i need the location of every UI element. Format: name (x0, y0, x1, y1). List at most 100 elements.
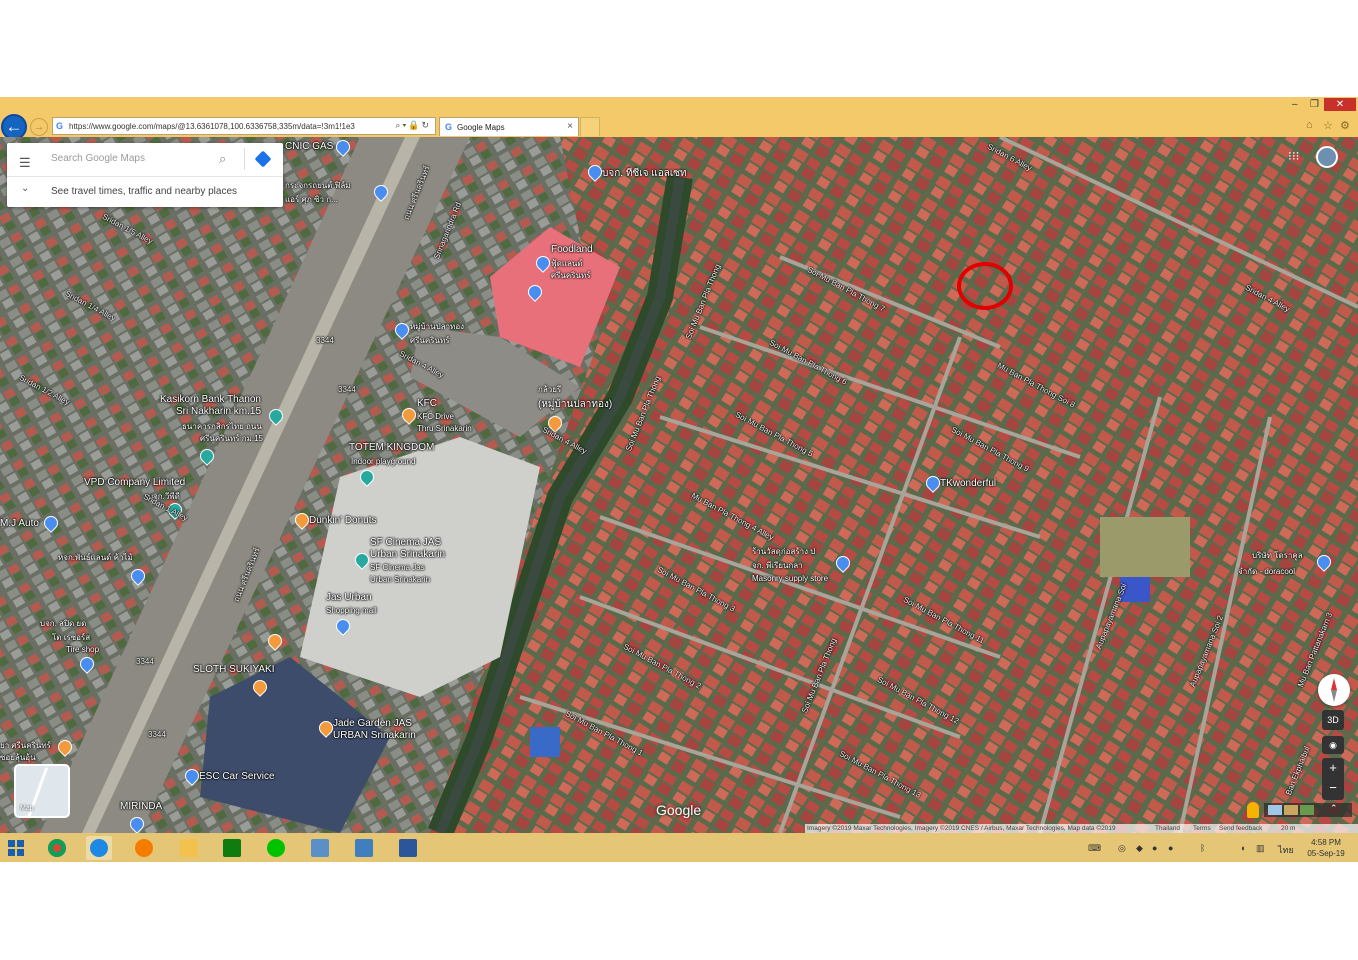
file-explorer-icon[interactable] (176, 836, 202, 860)
satellite-map[interactable]: CNIC GAS กระจกรถยนต์ ฟิล์ม แอร์ ศุภ ซิว … (0, 137, 1358, 833)
feedback-link[interactable]: Send feedback (1219, 824, 1262, 833)
tab-close-icon[interactable]: × (567, 121, 573, 132)
new-tab-button[interactable] (580, 117, 600, 136)
settings-gear-icon[interactable]: ⚙ (1340, 119, 1350, 132)
compass-icon[interactable] (1318, 674, 1350, 706)
label-foodland-thai-2[interactable]: ศรีนครินทร์ (551, 269, 591, 282)
windows-start-icon[interactable] (8, 840, 24, 856)
remote-desktop-icon[interactable] (307, 836, 333, 860)
label-kasikorn-thai-2[interactable]: ศรีนครินทร์ กม.15 (200, 432, 263, 445)
label-tkwonderful[interactable]: TKwonderful (940, 478, 996, 489)
zoom-out-button[interactable]: − (1322, 778, 1344, 798)
address-tools-icon[interactable]: ⌕▾🔒↻ (395, 120, 431, 131)
label-picnic-gas[interactable]: CNIC GAS (285, 141, 333, 152)
tray-app-icon[interactable]: ◆ (1136, 843, 1143, 854)
country-link[interactable]: Thailand (1155, 824, 1180, 833)
tilt-3d-button[interactable]: 3D (1322, 710, 1344, 730)
directions-icon[interactable] (254, 150, 272, 168)
label-glass-shop-2[interactable]: แอร์ ศุภ ซิว ก... (285, 193, 338, 206)
firefox-icon[interactable] (131, 836, 157, 860)
network-icon[interactable]: ▥ (1256, 843, 1265, 854)
label-tire-shop[interactable]: Tire shop (66, 645, 99, 654)
label-foodland[interactable]: Foodland (551, 244, 593, 255)
label-sf-sub-1[interactable]: SF Cinema Jas (370, 563, 425, 572)
word-icon[interactable] (395, 836, 421, 860)
tray-app-icon[interactable]: ● (1168, 843, 1173, 853)
home-icon[interactable]: ⌂ (1306, 119, 1313, 131)
label-sloth-sukiyaki[interactable]: SLOTH SUKIYAKI (193, 664, 275, 675)
apps-grid-icon[interactable]: ⁝⁝⁝ (1288, 150, 1300, 163)
label-phanland[interactable]: หจก.พันธ์แลนด์ ค้าไม้ (58, 551, 133, 564)
imagery-thumbnail[interactable] (1268, 805, 1282, 815)
window-close-button[interactable]: ✕ (1324, 98, 1356, 111)
label-masonry-store[interactable]: Masonry supply store (752, 574, 828, 583)
bluetooth-icon[interactable]: ᛒ (1200, 843, 1205, 853)
forward-button[interactable]: → (30, 118, 48, 136)
label-glass-shop-1[interactable]: กระจกรถยนต์ ฟิล์ม (285, 179, 351, 192)
window-restore-button[interactable]: ❐ (1310, 99, 1319, 110)
label-dunkin[interactable]: Dunkin' Donuts (309, 515, 377, 526)
chrome-icon[interactable] (44, 836, 70, 860)
internet-explorer-icon[interactable] (86, 836, 112, 860)
browser-tab[interactable]: G Google Maps × (439, 117, 579, 136)
label-soi-lun[interactable]: ซอยลุ้นอุ้น (0, 751, 36, 764)
label-sf-cinema-2[interactable]: Urban Srinakarin (370, 549, 445, 560)
label-esc-car-service[interactable]: ESC Car Service (199, 771, 275, 782)
label-mu-ban-plathong-1[interactable]: หมู่บ้านปลาทอง (410, 320, 464, 333)
pegman-icon[interactable] (1247, 802, 1259, 818)
label-kfc-sub-1[interactable]: KFC Drive (417, 412, 454, 421)
tray-app-icon[interactable]: ● (1152, 843, 1157, 853)
label-sf-sub-2[interactable]: Urban Srinakarin (370, 575, 430, 584)
label-jade-garden-1[interactable]: Jade Garden JAS (333, 718, 412, 729)
label-jas-urban[interactable]: Jas Urban (326, 592, 372, 603)
account-avatar[interactable] (1316, 146, 1338, 168)
chevron-down-icon[interactable]: ⌄ (21, 183, 29, 194)
label-doracool[interactable]: จำกัด - doracool (1238, 565, 1295, 578)
label-kasikorn-1[interactable]: Kasikorn Bank Thanon (160, 394, 261, 405)
label-kluay-1[interactable]: กล้วยรี (538, 383, 561, 396)
keyboard-icon[interactable]: ⌨ (1088, 843, 1101, 854)
tray-app-icon[interactable]: ◎ (1118, 843, 1126, 854)
address-bar[interactable]: G https://www.google.com/maps/@13.636107… (52, 117, 436, 135)
zoom-in-button[interactable]: + (1322, 758, 1344, 778)
terms-link[interactable]: Terms (1193, 824, 1211, 833)
label-speed-1[interactable]: บจก. สปิด ยด (40, 617, 86, 630)
menu-icon[interactable]: ☰ (19, 155, 31, 171)
system-clock[interactable]: 4:58 PM 05-Sep-19 (1300, 837, 1352, 859)
label-masonry-thai-2[interactable]: จก. พีเรียนกลา (752, 559, 803, 572)
label-speed-2[interactable]: โต เรซอร์ส (52, 631, 90, 644)
window-minimize-button[interactable]: – (1292, 99, 1298, 110)
label-mirinda[interactable]: MIRINDA (120, 801, 162, 812)
zoom-control[interactable]: + − (1322, 758, 1344, 800)
label-sf-cinema-1[interactable]: SF Cinema JAS (370, 537, 441, 548)
label-mj-auto[interactable]: M.J Auto (0, 518, 39, 529)
label-kfc-sub-2[interactable]: Thru Srinakarin (417, 424, 472, 433)
label-kluay-2[interactable]: (หมู่บ้านปลาทอง) (538, 397, 612, 412)
language-indicator[interactable]: ไทย (1278, 843, 1294, 857)
scale-label[interactable]: 20 m (1281, 824, 1295, 833)
network-app-icon[interactable] (351, 836, 377, 860)
label-vpd-company[interactable]: VPD Company Limited (84, 477, 185, 488)
search-icon[interactable]: ⌕ (219, 151, 226, 167)
label-kfc[interactable]: KFC (417, 398, 437, 409)
label-jas-urban-sub[interactable]: Shopping mall (326, 606, 377, 615)
imagery-strip[interactable]: ⌃ (1264, 803, 1352, 817)
label-totem-sub[interactable]: Indoor playground (351, 457, 416, 466)
store-icon[interactable] (219, 836, 245, 860)
imagery-thumbnail[interactable] (1300, 805, 1314, 815)
label-doracool-thai[interactable]: บริษัท โดราคูล (1252, 549, 1303, 562)
volume-icon[interactable]: ◖ (1240, 843, 1245, 853)
line-app-icon[interactable] (263, 836, 289, 860)
label-totem-kingdom[interactable]: TOTEM KINGDOM (349, 442, 434, 453)
label-masonry-thai-1[interactable]: ร้านวัสดุก่อสร้าง ป (752, 545, 815, 558)
favorites-star-icon[interactable]: ☆ (1323, 119, 1333, 132)
map-layer-toggle[interactable]: Map (14, 764, 70, 818)
imagery-thumbnail[interactable] (1284, 805, 1298, 815)
travel-times-link[interactable]: See travel times, traffic and nearby pla… (51, 186, 237, 197)
my-location-button[interactable]: ◉ (1322, 736, 1344, 754)
label-kasikorn-2[interactable]: Sri Nakharin km.15 (176, 406, 261, 417)
search-input[interactable]: Search Google Maps (51, 153, 145, 164)
label-jade-garden-2[interactable]: URBAN Srinakarin (333, 730, 416, 741)
label-tcj-company[interactable]: บจก. ทีซีเจ แอลเซท (602, 166, 687, 181)
expand-up-icon[interactable]: ⌃ (1330, 803, 1338, 814)
